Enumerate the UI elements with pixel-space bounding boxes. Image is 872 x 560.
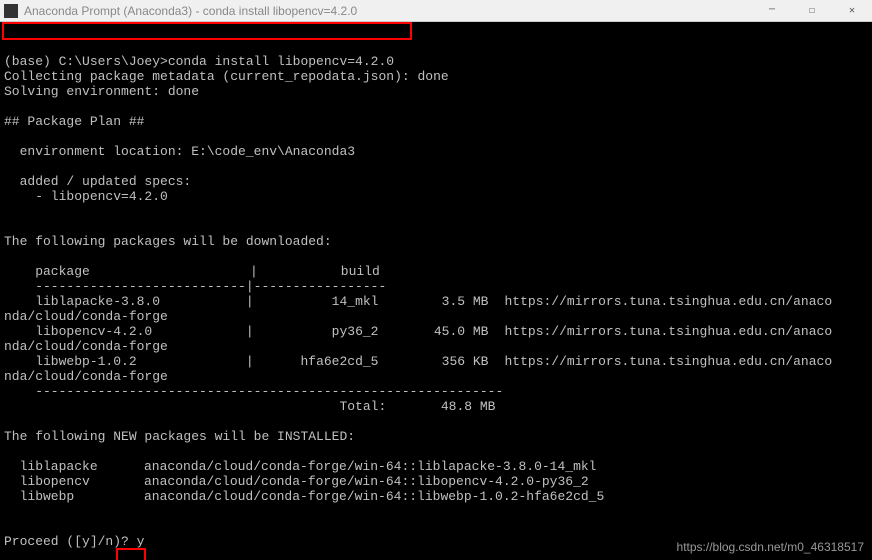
env-location: environment location: E:\code_env\Anacon… (4, 144, 355, 159)
output-line: Collecting package metadata (current_rep… (4, 69, 449, 84)
install-name: libopencv (4, 474, 144, 489)
pkg-size: 356 KB (378, 354, 488, 369)
minimize-button[interactable]: ─ (752, 0, 792, 22)
pkg-url: https://mirrors.tuna.tsinghua.edu.cn/ana… (488, 294, 832, 309)
window-controls: ─ ☐ ✕ (752, 0, 872, 22)
prompt-prefix: (base) C:\Users\Joey> (4, 54, 168, 69)
highlight-command (2, 22, 412, 40)
col-header-package: package (4, 264, 250, 279)
app-icon (4, 4, 18, 18)
spec-item: - libopencv=4.2.0 (4, 189, 168, 204)
pkg-name: liblapacke-3.8.0 (4, 294, 160, 309)
pkg-url-extra: nda/cloud/conda-forge (4, 339, 168, 354)
proceed-prompt: Proceed ([y]/n)? (4, 534, 137, 549)
total-size: 48.8 MB (386, 399, 495, 414)
window-title: Anaconda Prompt (Anaconda3) - conda inst… (24, 4, 752, 18)
terminal-output[interactable]: (base) C:\Users\Joey>conda install libop… (0, 22, 872, 560)
separator-line: ---------------------------|------------… (4, 279, 386, 294)
pkg-build: hfa6e2cd_5 (254, 354, 379, 369)
install-name: libwebp (4, 489, 144, 504)
pkg-size: 45.0 MB (378, 324, 488, 339)
pkg-size: 3.5 MB (378, 294, 488, 309)
pkg-url-extra: nda/cloud/conda-forge (4, 309, 168, 324)
proceed-answer[interactable]: y (137, 534, 145, 549)
download-header: The following packages will be downloade… (4, 234, 332, 249)
pkg-build: 14_mkl (254, 294, 379, 309)
pkg-name: libwebp-1.0.2 (4, 354, 137, 369)
highlight-answer (116, 548, 146, 560)
separator-line: ----------------------------------------… (4, 384, 503, 399)
output-line: Solving environment: done (4, 84, 199, 99)
total-label: Total: (4, 399, 386, 414)
install-src: anaconda/cloud/conda-forge/win-64::libop… (144, 474, 589, 489)
col-header-build: build (258, 264, 380, 279)
command-text: conda install libopencv=4.2.0 (168, 54, 394, 69)
pkg-url: https://mirrors.tuna.tsinghua.edu.cn/ana… (488, 324, 832, 339)
plan-header: ## Package Plan ## (4, 114, 144, 129)
install-name: liblapacke (4, 459, 144, 474)
pkg-name: libopencv-4.2.0 (4, 324, 152, 339)
install-src: anaconda/cloud/conda-forge/win-64::libwe… (144, 489, 604, 504)
pkg-url: https://mirrors.tuna.tsinghua.edu.cn/ana… (488, 354, 832, 369)
watermark: https://blog.csdn.net/m0_46318517 (677, 540, 864, 554)
close-button[interactable]: ✕ (832, 0, 872, 22)
added-specs: added / updated specs: (4, 174, 191, 189)
maximize-button[interactable]: ☐ (792, 0, 832, 22)
install-src: anaconda/cloud/conda-forge/win-64::libla… (144, 459, 596, 474)
pkg-build: py36_2 (254, 324, 379, 339)
window-titlebar: Anaconda Prompt (Anaconda3) - conda inst… (0, 0, 872, 22)
new-pkg-header: The following NEW packages will be INSTA… (4, 429, 355, 444)
pkg-url-extra: nda/cloud/conda-forge (4, 369, 168, 384)
